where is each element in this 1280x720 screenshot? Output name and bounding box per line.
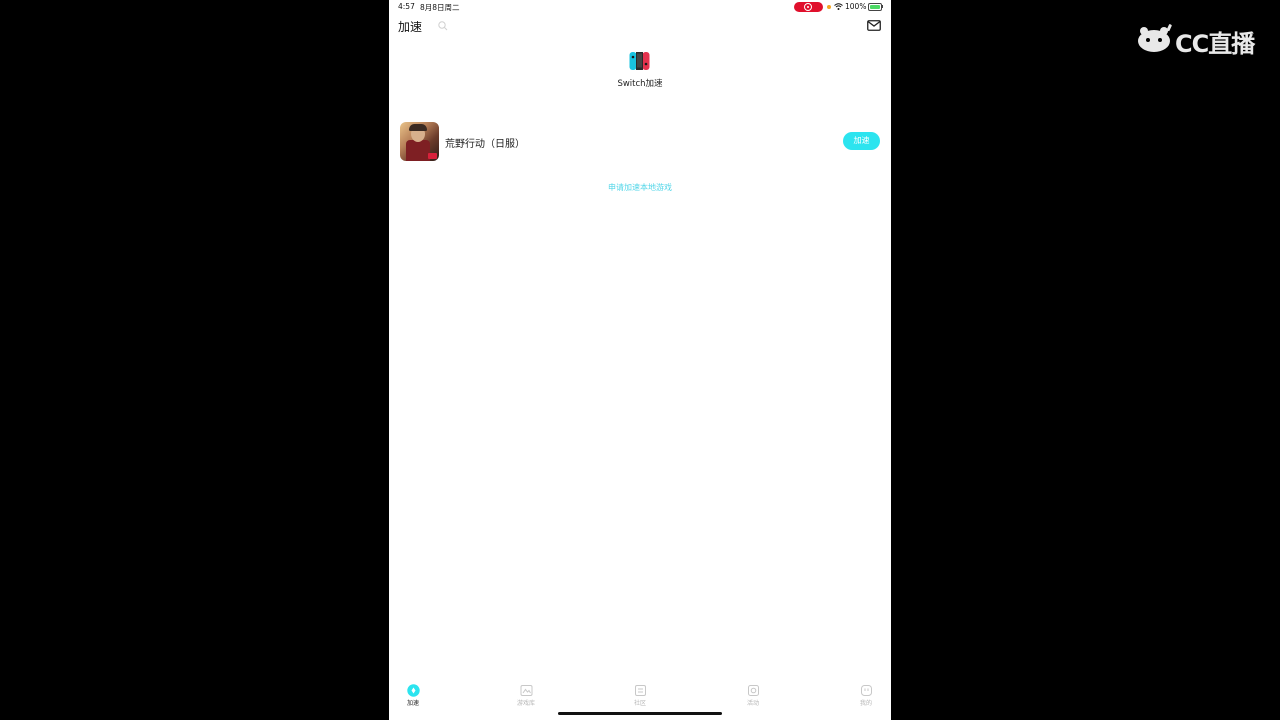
mic-indicator-icon <box>827 5 831 9</box>
wifi-icon <box>834 3 843 10</box>
battery-percent: 100% <box>845 2 867 11</box>
tab-game-library[interactable]: 游戏库 <box>496 680 556 707</box>
status-date: 8月8日周二 <box>420 3 460 12</box>
profile-icon <box>860 685 872 696</box>
tab-label: 社区 <box>633 700 646 707</box>
tab-label: 活动 <box>746 700 759 707</box>
tab-community[interactable]: 社区 <box>610 680 670 707</box>
watermark-text: CC直播 <box>1175 30 1255 58</box>
tab-label: 加速 <box>406 700 419 707</box>
switch-icon[interactable] <box>629 51 650 71</box>
phone-screen: 4:57 8月8日周二 100% 加速 Switch加速 荒野行动（日服） 加速… <box>389 0 891 720</box>
game-row[interactable]: 荒野行动（日服） 加速 <box>400 122 880 161</box>
home-indicator[interactable] <box>558 712 722 715</box>
community-icon <box>634 685 646 696</box>
tab-activity[interactable]: 活动 <box>723 680 783 707</box>
speed-icon <box>406 684 420 697</box>
search-icon[interactable] <box>438 21 448 31</box>
game-name: 荒野行动（日服） <box>445 139 525 150</box>
page-title: 加速 <box>398 20 423 34</box>
switch-label[interactable]: Switch加速 <box>389 77 891 89</box>
game-thumbnail[interactable] <box>400 122 439 161</box>
screen-record-icon[interactable] <box>794 2 823 12</box>
apply-local-game-link[interactable]: 申请加速本地游戏 <box>389 182 891 193</box>
game-library-icon <box>520 685 532 696</box>
tab-label: 游戏库 <box>516 700 535 707</box>
cc-live-watermark: CC直播 <box>1137 22 1262 58</box>
battery-cap <box>882 5 883 8</box>
status-bar: 4:57 8月8日周二 100% <box>389 0 891 14</box>
status-time: 4:57 <box>398 2 415 11</box>
tab-label: 我的 <box>859 700 872 707</box>
battery-icon <box>868 3 882 11</box>
tab-profile[interactable]: 我的 <box>836 680 891 707</box>
tab-speed[interactable]: 加速 <box>389 680 443 707</box>
activity-icon <box>747 685 759 696</box>
mail-icon[interactable] <box>867 20 881 31</box>
speed-up-button[interactable]: 加速 <box>843 132 880 150</box>
cc-mascot-icon <box>1138 24 1172 52</box>
